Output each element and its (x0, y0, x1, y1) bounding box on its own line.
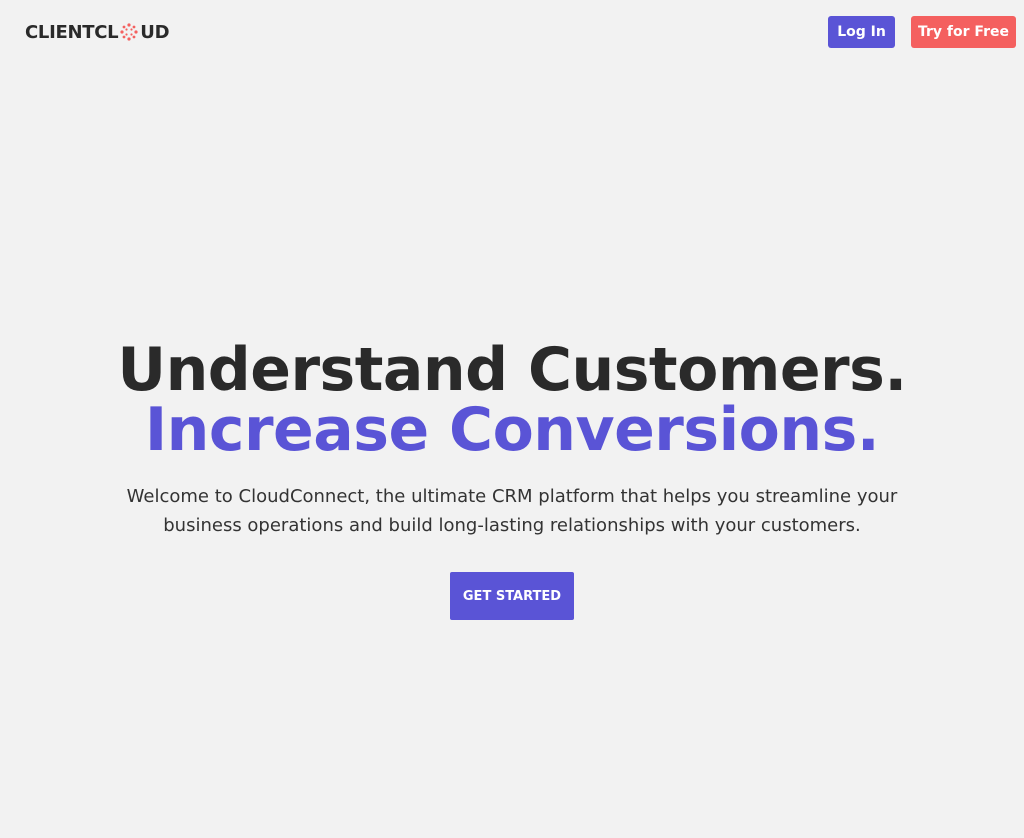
hero-headline: Understand Customers. Increase Conversio… (0, 340, 1024, 460)
try-for-free-button[interactable]: Try for Free (911, 16, 1016, 48)
hero-subtitle: Welcome to CloudConnect, the ultimate CR… (126, 486, 898, 536)
site-header: CLIENTCL UD Log In Try for Free (0, 0, 1024, 64)
headline-line-2: Increase Conversions. (144, 395, 880, 465)
logo-text-end: UD (140, 21, 170, 43)
logo[interactable]: CLIENTCL UD (25, 20, 170, 44)
headline-line-1: Understand Customers. (117, 335, 907, 405)
hero-section: Understand Customers. Increase Conversio… (0, 340, 1024, 620)
login-button[interactable]: Log In (828, 16, 895, 48)
get-started-button[interactable]: GET STARTED (450, 572, 574, 620)
burst-icon (119, 22, 139, 42)
logo-text-start: CLIENTCL (25, 21, 119, 43)
